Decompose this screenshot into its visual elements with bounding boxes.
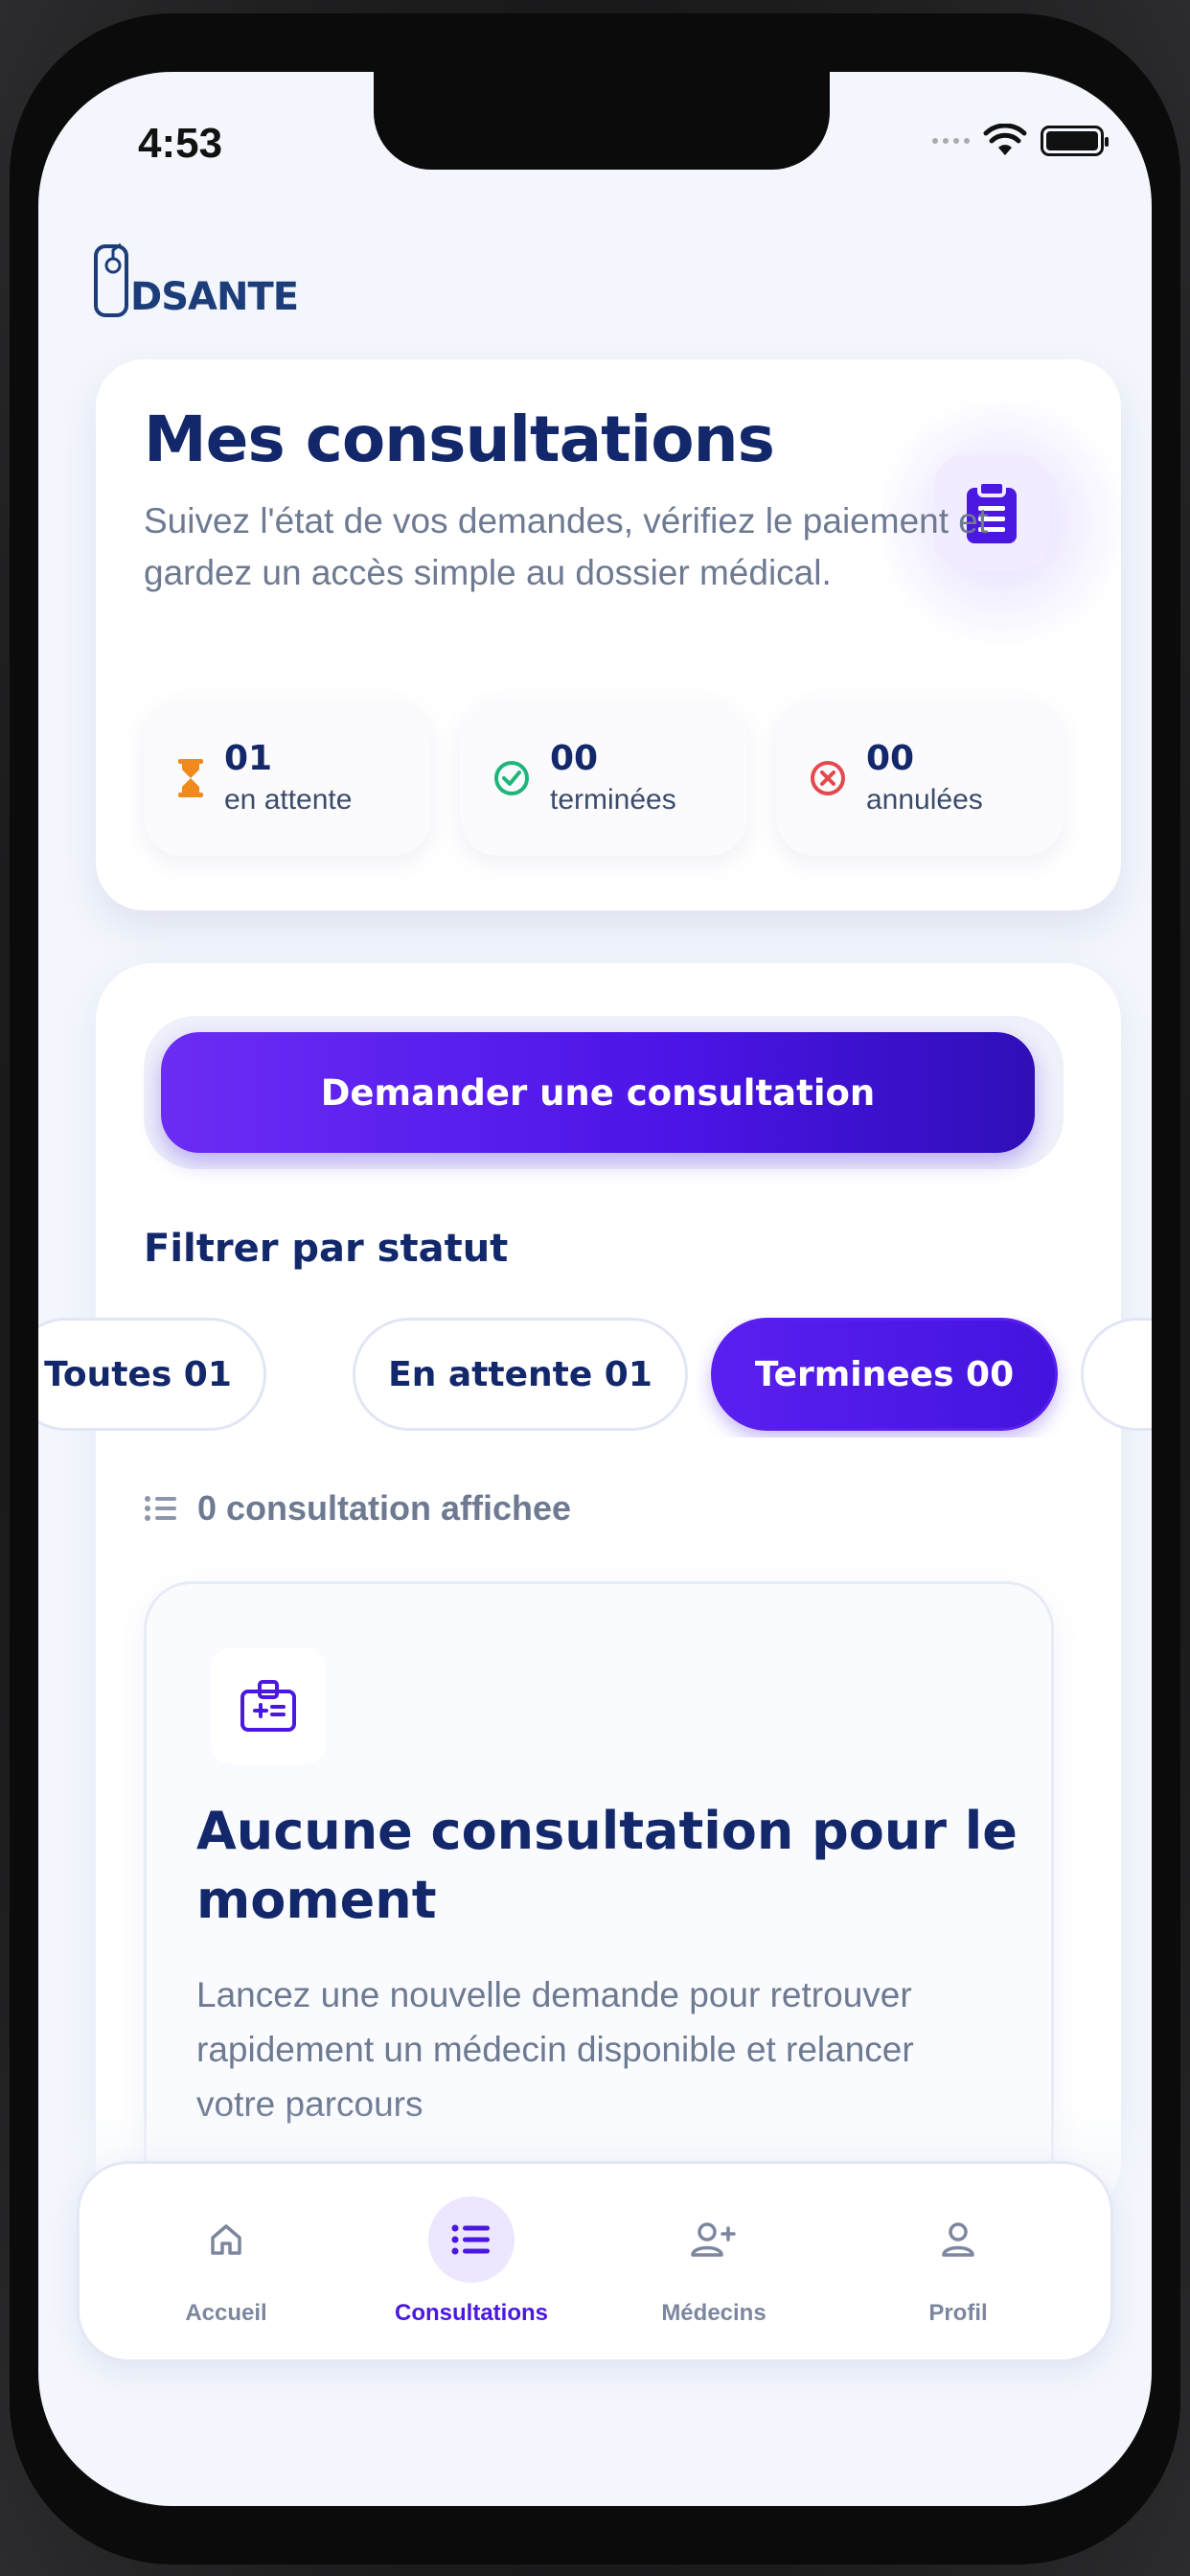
status-filter-chips[interactable]: Toutes 01 En attente 01 Terminees 00 [38,1318,1152,1438]
stat-completed[interactable]: 00 terminées [460,700,747,856]
stat-label: annulées [866,784,983,816]
filter-title: Filtrer par statut [144,1227,509,1271]
user-plus-icon [691,2222,736,2257]
stat-value: 00 [550,739,599,778]
stat-value: 01 [224,739,273,778]
x-circle-icon [811,760,845,795]
empty-state-icon-box [211,1648,326,1763]
results-count-text: 0 consultation affichee [197,1488,572,1528]
battery-icon [1041,126,1109,156]
chip-all[interactable]: Toutes 01 [38,1318,266,1431]
chip-completed[interactable]: Terminees 00 [711,1318,1058,1431]
bottom-tab-bar: Accueil Consultations Médecins Profil [77,2161,1113,2362]
notch [374,72,830,170]
app-screen: 4:53 DSANTE Mes consultations Suivez l'é… [38,72,1152,2506]
tab-label: Profil [928,2300,988,2326]
request-consultation-button[interactable]: Demander une consultation [161,1032,1035,1153]
list-icon [451,2224,490,2255]
tab-home[interactable]: Accueil [111,2164,341,2359]
stat-value: 00 [866,739,915,778]
tab-consultations[interactable]: Consultations [356,2164,586,2359]
tab-label: Médecins [661,2300,767,2326]
check-circle-icon [494,760,529,795]
stat-label: en attente [224,784,353,816]
stat-cancelled[interactable]: 00 annulées [776,700,1064,856]
page-title: Mes consultations [144,402,775,476]
logo-text: DSANTE [130,275,299,319]
tab-icon-wrap [183,2196,269,2283]
tab-icon-wrap [428,2196,515,2283]
status-time: 4:53 [138,120,223,167]
list-icon [145,1496,176,1521]
stat-pending[interactable]: 01 en attente [144,700,431,856]
page-subtitle: Suivez l'état de vos demandes, vérifiez … [144,501,989,592]
tab-icon-wrap [671,2196,757,2283]
results-count: 0 consultation affichee [144,1488,571,1529]
hourglass-icon [178,758,203,797]
user-icon [942,2222,974,2257]
logo-phone-icon [94,242,128,317]
tab-label: Consultations [395,2300,548,2326]
signal-icon [932,138,970,144]
brand-logo: DSANTE [92,237,299,319]
tab-label: Accueil [185,2300,267,2326]
tab-profile[interactable]: Profil [843,2164,1073,2359]
wifi-icon [983,124,1027,155]
medical-id-icon [240,1680,296,1732]
home-icon [211,2224,241,2255]
tab-icon-wrap [915,2196,1001,2283]
chip-cancelled[interactable] [1081,1318,1152,1431]
status-icons [932,124,1109,158]
empty-state-title: Aucune consultation pour le moment [196,1801,1018,1930]
chip-pending[interactable]: En attente 01 [353,1318,688,1431]
device-frame: 4:53 DSANTE Mes consultations Suivez l'é… [0,0,1190,2576]
stat-label: terminées [550,784,676,816]
tab-doctors[interactable]: Médecins [599,2164,829,2359]
stats-row: 01 en attente 00 terminées 00 annulées [144,700,1064,856]
